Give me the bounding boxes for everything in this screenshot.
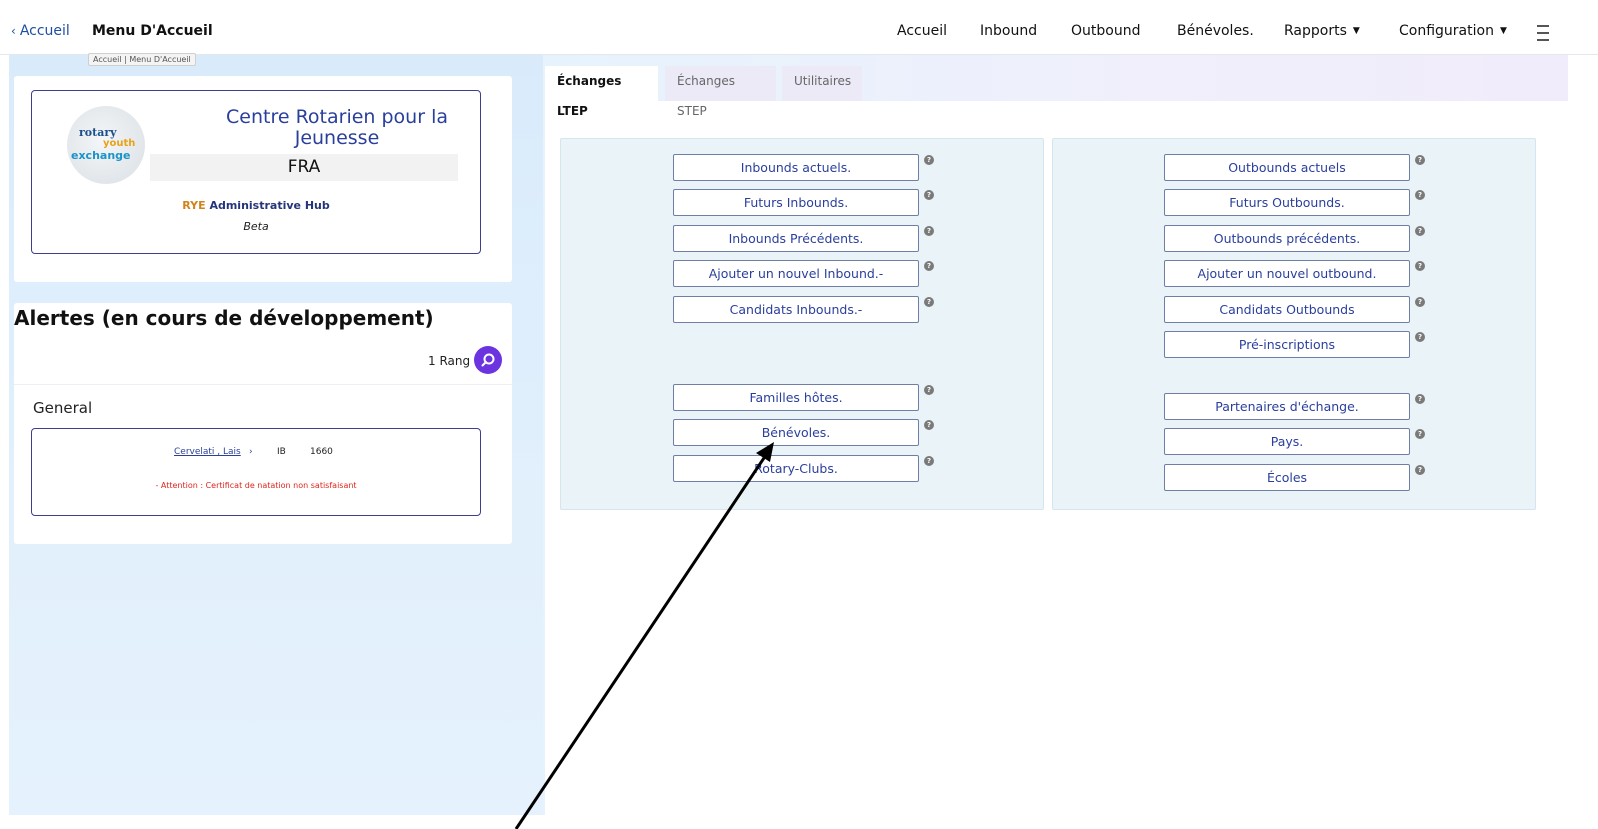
logo-text-youth: youth bbox=[103, 138, 136, 149]
exchange-type: IB bbox=[277, 447, 286, 457]
organization-card: rotary youth exchange Centre Rotarien po… bbox=[14, 76, 512, 282]
help-icon[interactable]: ? bbox=[924, 385, 934, 395]
inbound-futurs-inbounds-button[interactable]: Futurs Inbounds. bbox=[673, 189, 919, 216]
outbound-ecoles-button[interactable]: Écoles bbox=[1164, 464, 1410, 491]
inbound-inbounds-actuels-button[interactable]: Inbounds actuels. bbox=[673, 154, 919, 181]
hub-title: Administrative Hub bbox=[209, 199, 330, 212]
help-icon[interactable]: ? bbox=[924, 155, 934, 165]
help-icon[interactable]: ? bbox=[1415, 332, 1425, 342]
help-icon[interactable]: ? bbox=[1415, 465, 1425, 475]
tab-utilitaires[interactable]: Utilitaires bbox=[782, 66, 862, 101]
caret-down-icon: ▼ bbox=[1499, 26, 1507, 36]
help-icon[interactable]: ? bbox=[1415, 261, 1425, 271]
outbound-candidats-outbounds-button[interactable]: Candidats Outbounds bbox=[1164, 296, 1410, 323]
alerts-section-title: General bbox=[33, 399, 93, 417]
nav-configuration-dropdown[interactable]: Configuration ▼ bbox=[1399, 23, 1507, 39]
alert-warning: - Attention : Certificat de natation non… bbox=[155, 481, 357, 490]
help-icon[interactable]: ? bbox=[1415, 226, 1425, 236]
help-icon[interactable]: ? bbox=[1415, 297, 1425, 307]
help-icon[interactable]: ? bbox=[924, 297, 934, 307]
nav-configuration-label: Configuration bbox=[1399, 23, 1494, 39]
top-navbar: ‹ Accueil Menu D'Accueil Accueil Inbound … bbox=[0, 8, 1598, 55]
rows-count: 1 Rang bbox=[428, 354, 471, 368]
outbound-pays-button[interactable]: Pays. bbox=[1164, 428, 1410, 455]
tab-echanges-step[interactable]: Échanges STEP bbox=[665, 66, 776, 118]
search-button[interactable] bbox=[474, 346, 502, 374]
inbound-familles-hotes-button[interactable]: Familles hôtes. bbox=[673, 384, 919, 411]
alert-item: Cervelati , Lais › IB 1660 - Attention :… bbox=[31, 428, 481, 516]
nav-benevoles[interactable]: Bénévoles. bbox=[1177, 23, 1254, 39]
student-id: 1660 bbox=[310, 447, 333, 457]
help-icon[interactable]: ? bbox=[1415, 190, 1425, 200]
organization-box: rotary youth exchange Centre Rotarien po… bbox=[31, 90, 481, 254]
outbound-futurs-outbounds-button[interactable]: Futurs Outbounds. bbox=[1164, 189, 1410, 216]
help-icon[interactable]: ? bbox=[924, 420, 934, 430]
chevron-left-icon: ‹ bbox=[11, 24, 16, 38]
outbound-outbounds-actuels-button[interactable]: Outbounds actuels bbox=[1164, 154, 1410, 181]
organization-name: Centre Rotarien pour la Jeunesse bbox=[226, 106, 448, 149]
page-title: Menu D'Accueil bbox=[92, 23, 213, 39]
beta-label: Beta bbox=[243, 220, 269, 233]
outbound-outbounds-precedents-button[interactable]: Outbounds précédents. bbox=[1164, 225, 1410, 252]
outbound-partenaires-d-echange-button[interactable]: Partenaires d'échange. bbox=[1164, 393, 1410, 420]
help-icon[interactable]: ? bbox=[924, 261, 934, 271]
nav-inbound[interactable]: Inbound bbox=[980, 23, 1037, 39]
outbound-ajouter-un-nouvel-outbound-button[interactable]: Ajouter un nouvel outbound. bbox=[1164, 260, 1410, 287]
inbound-candidats-inbounds-button[interactable]: Candidats Inbounds.- bbox=[673, 296, 919, 323]
hamburger-menu-icon[interactable] bbox=[1534, 16, 1552, 46]
help-icon[interactable]: ? bbox=[1415, 155, 1425, 165]
back-link[interactable]: ‹ Accueil bbox=[11, 23, 70, 39]
logo-text-exchange: exchange bbox=[71, 149, 131, 162]
section-divider bbox=[14, 384, 512, 385]
help-icon[interactable]: ? bbox=[924, 226, 934, 236]
tab-echanges-ltep[interactable]: Échanges LTEP bbox=[545, 66, 658, 118]
nav-rapports-dropdown[interactable]: Rapports ▼ bbox=[1284, 23, 1360, 39]
rotary-youth-exchange-logo: rotary youth exchange bbox=[67, 106, 145, 184]
alerts-title: Alertes (en cours de développement) bbox=[14, 306, 434, 330]
chevron-right-icon: › bbox=[249, 447, 253, 457]
inbound-rotary-clubs-button[interactable]: Rotary-Clubs. bbox=[673, 455, 919, 482]
search-icon bbox=[481, 353, 495, 367]
nav-outbound[interactable]: Outbound bbox=[1071, 23, 1140, 39]
nav-rapports-label: Rapports bbox=[1284, 23, 1347, 39]
help-icon[interactable]: ? bbox=[924, 456, 934, 466]
inbound-ajouter-un-nouvel-inbound-button[interactable]: Ajouter un nouvel Inbound.- bbox=[673, 260, 919, 287]
help-icon[interactable]: ? bbox=[1415, 394, 1425, 404]
caret-down-icon: ▼ bbox=[1352, 26, 1360, 36]
inbound-benevoles-button[interactable]: Bénévoles. bbox=[673, 419, 919, 446]
outbound-pre-inscriptions-button[interactable]: Pré-inscriptions bbox=[1164, 331, 1410, 358]
hub-prefix: RYE bbox=[182, 199, 206, 212]
student-link[interactable]: Cervelati , Lais bbox=[174, 447, 241, 457]
nav-accueil[interactable]: Accueil bbox=[897, 23, 947, 39]
breadcrumb-tooltip: Accueil | Menu D'Accueil bbox=[88, 53, 196, 66]
country-code: FRA bbox=[150, 154, 458, 181]
help-icon[interactable]: ? bbox=[924, 190, 934, 200]
back-link-label: Accueil bbox=[19, 23, 70, 39]
help-icon[interactable]: ? bbox=[1415, 429, 1425, 439]
hub-label: RYE Administrative Hub bbox=[32, 199, 480, 212]
inbound-inbounds-precedents-button[interactable]: Inbounds Précédents. bbox=[673, 225, 919, 252]
